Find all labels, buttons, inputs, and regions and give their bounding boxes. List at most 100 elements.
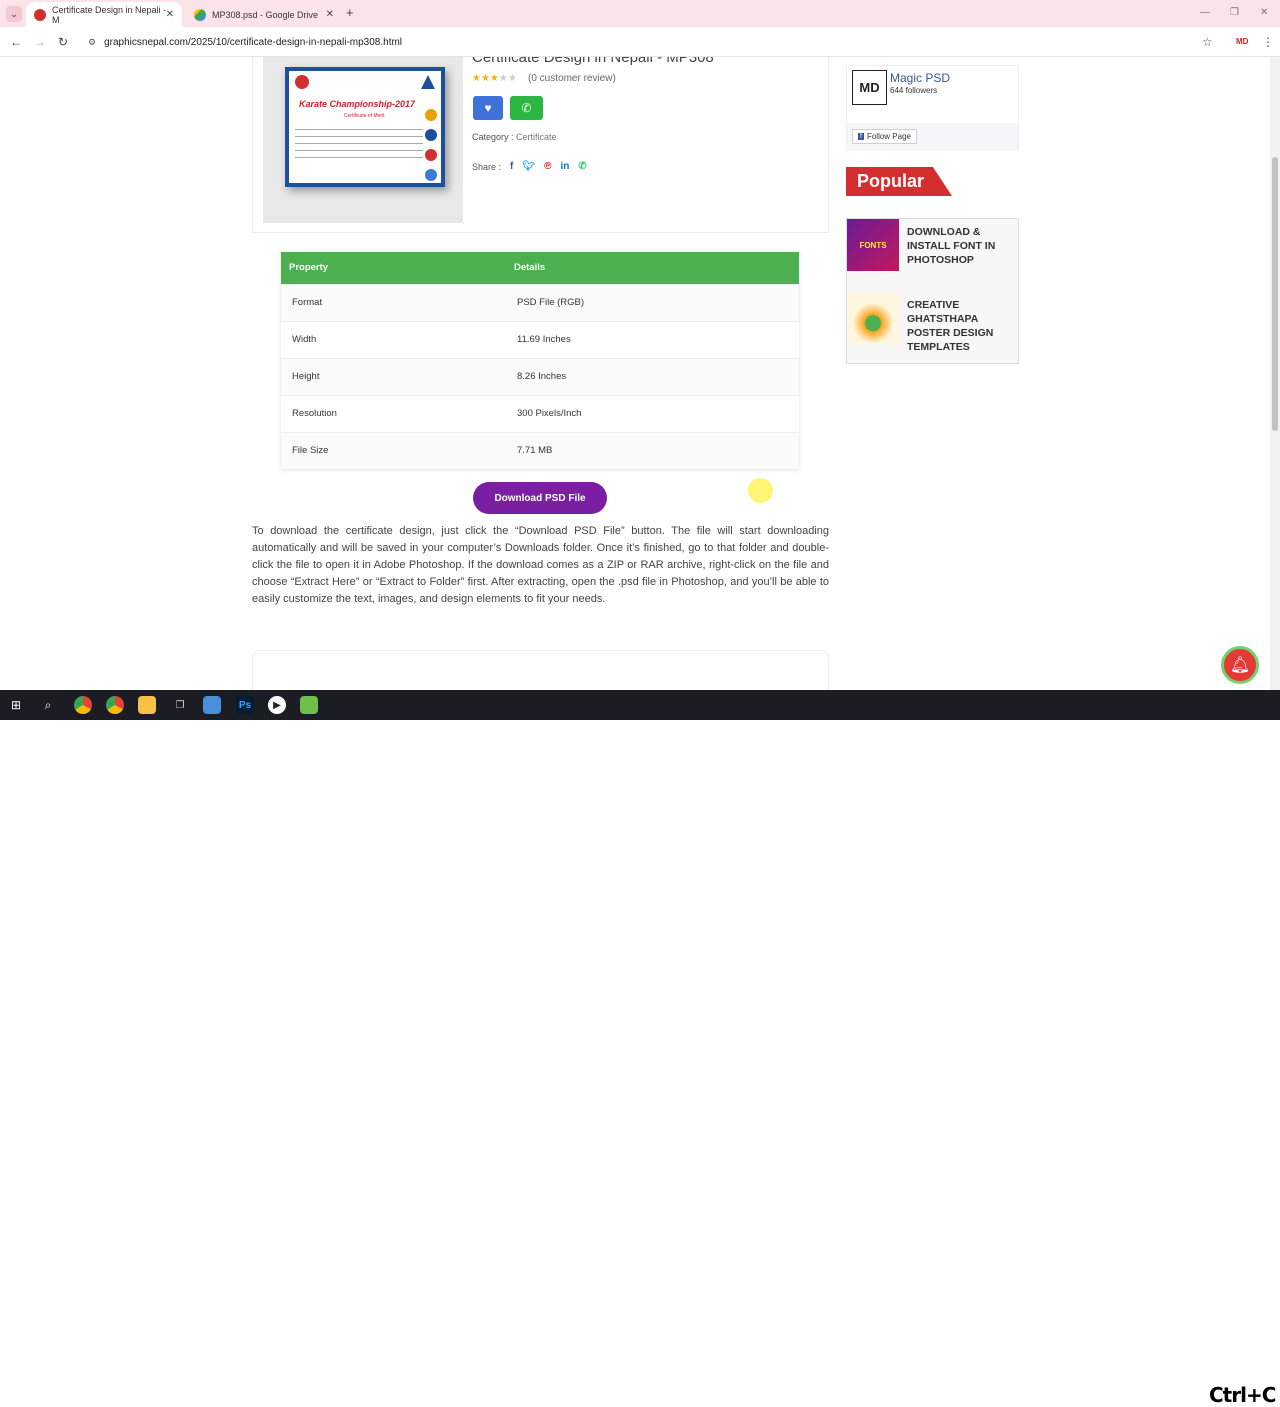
keystroke-overlay: Ctrl+C [1207,1383,1278,1407]
follow-band: f Follow Page [847,123,1018,151]
wishlist-button[interactable]: ♥ [473,96,503,120]
tab-certificate[interactable]: Certificate Design in Nepali - M ✕ [26,2,182,27]
popular-heading: Popular [846,167,952,196]
facebook-page-widget: MD Magic PSD 644 followers f Follow Page [846,65,1019,151]
page-name[interactable]: Magic PSD [890,71,950,85]
logo-icon [295,75,309,89]
category-row: Category : Certificate [472,132,557,142]
chrome-icon[interactable] [74,696,92,714]
share-row: Share : f 🐦︎ ℗ in ✆ [472,161,587,172]
cursor-highlight [748,478,773,503]
seal-icon [425,109,437,121]
cell: Width [281,320,506,358]
whatsapp-button[interactable]: ✆ [510,96,543,120]
properties-table: Property Details Format PSD File (RGB) Wi… [281,252,799,469]
tab-google-drive[interactable]: MP308.psd - Google Drive ✕ [186,2,342,27]
windows-taskbar: ⊞ ⌕ ❐ Ps ▶ Ctrl+C [0,690,1280,1406]
share-label: Share : [472,161,502,172]
back-icon[interactable]: ← [10,35,22,49]
close-tab-icon[interactable]: ✕ [166,9,174,20]
pinterest-icon[interactable]: ℗ [544,161,551,172]
post-thumbnail: FONTS [847,219,899,271]
certificate-lines [295,123,423,158]
review-count[interactable]: (0 customer review) [528,73,616,84]
search-icon[interactable]: ⌕ [39,696,57,714]
menu-icon[interactable]: ⋮ [1262,35,1274,49]
media-player-icon[interactable]: ▶ [268,696,286,714]
post-title: CREATIVE GHATSTHAPA POSTER DESIGN TEMPLA… [907,299,994,353]
facebook-icon[interactable]: f [510,161,513,172]
cell: 8.26 Inches [506,357,799,395]
minimize-icon[interactable]: — [1200,7,1210,18]
files-icon[interactable]: ❐ [171,696,189,714]
seal-icon [425,169,437,181]
url-field[interactable]: ⚙ graphicsnepal.com/2025/10/certificate-… [82,31,1222,53]
whatsapp-share-icon[interactable]: ✆ [578,161,586,172]
site-favicon-icon [34,8,46,21]
cell: Format [281,283,506,321]
table-row: Resolution 300 Pixels/Inch [281,394,799,432]
url-text: graphicsnepal.com/2025/10/certificate-de… [104,36,403,48]
notification-bell-button[interactable]: 🔔︎ [1221,646,1259,684]
page-scrollbar[interactable] [1270,57,1280,690]
facebook-icon: f [858,133,864,140]
page-viewport: Karate Championship-2017 Certificate of … [0,57,1270,690]
category-label: Category : [472,132,514,142]
table-row: Width 11.69 Inches [281,320,799,358]
certificate-preview: Karate Championship-2017 Certificate of … [285,67,445,187]
cell: 11.69 Inches [506,320,799,358]
tab-title: MP308.psd - Google Drive [212,9,319,20]
rating-stars[interactable]: ★★★★★ [472,73,517,84]
whatsapp-icon: ✆ [521,101,532,115]
close-window-icon[interactable]: ✕ [1260,7,1268,18]
twitter-icon[interactable]: 🐦︎ [522,161,535,172]
reload-icon[interactable]: ↻ [58,35,68,49]
popular-list: FONTS DOWNLOAD & INSTALL FONT IN PHOTOSH… [846,218,1019,364]
cell: Height [281,357,506,395]
bell-icon: 🔔︎ [1229,657,1251,674]
drive-favicon-icon [194,8,206,21]
follow-page-button[interactable]: f Follow Page [852,129,917,144]
extension-badge[interactable]: MD [1236,37,1248,46]
column-header: Details [506,252,799,284]
column-header: Property [281,252,506,284]
table-row: Height 8.26 Inches [281,357,799,395]
app-icon[interactable] [203,696,221,714]
download-psd-button[interactable]: Download PSD File [473,482,607,514]
popular-item[interactable]: CREATIVE GHATSTHAPA POSTER DESIGN TEMPLA… [847,292,1018,354]
popular-item[interactable]: FONTS DOWNLOAD & INSTALL FONT IN PHOTOSH… [847,219,1018,271]
category-link[interactable]: Certificate [516,132,557,142]
browser-tab-bar: ⌄ Certificate Design in Nepali - M ✕ MP3… [0,0,1280,27]
restore-icon[interactable]: ❐ [1230,7,1239,18]
certificate-subtitle: Certificate of Merit [344,113,385,119]
scrollbar-thumb[interactable] [1272,157,1278,431]
cell: File Size [281,431,506,469]
forward-icon[interactable]: → [34,35,46,49]
cell: PSD File (RGB) [506,283,799,321]
bookmark-star-icon[interactable]: ☆ [1202,35,1213,49]
table-header: Property Details [281,252,799,284]
cell: 300 Pixels/Inch [506,394,799,432]
follower-count: 644 followers [890,86,938,95]
page-logo[interactable]: MD [852,70,887,105]
product-title: Certificate Design in Nepali - MP308 [472,57,714,66]
chrome-icon[interactable] [106,696,124,714]
new-tab-button[interactable]: + [346,5,354,20]
logo-icon [421,75,435,89]
heart-icon: ♥ [484,101,492,115]
file-explorer-icon[interactable] [138,696,156,714]
seal-icon [425,129,437,141]
start-icon[interactable]: ⊞ [7,696,25,714]
linkedin-icon[interactable]: in [560,161,569,172]
address-bar-row: ← → ↻ ⚙ graphicsnepal.com/2025/10/certif… [0,27,1280,57]
content-box [252,650,829,690]
post-thumbnail [847,292,899,344]
close-tab-icon[interactable]: ✕ [326,9,334,20]
seal-icon [425,149,437,161]
cell: Resolution [281,394,506,432]
product-image[interactable]: Karate Championship-2017 Certificate of … [263,57,463,223]
photoshop-icon[interactable]: Ps [236,696,254,714]
app-icon[interactable] [300,696,318,714]
site-info-icon[interactable]: ⚙ [88,37,96,48]
tab-search-icon[interactable]: ⌄ [6,6,22,22]
